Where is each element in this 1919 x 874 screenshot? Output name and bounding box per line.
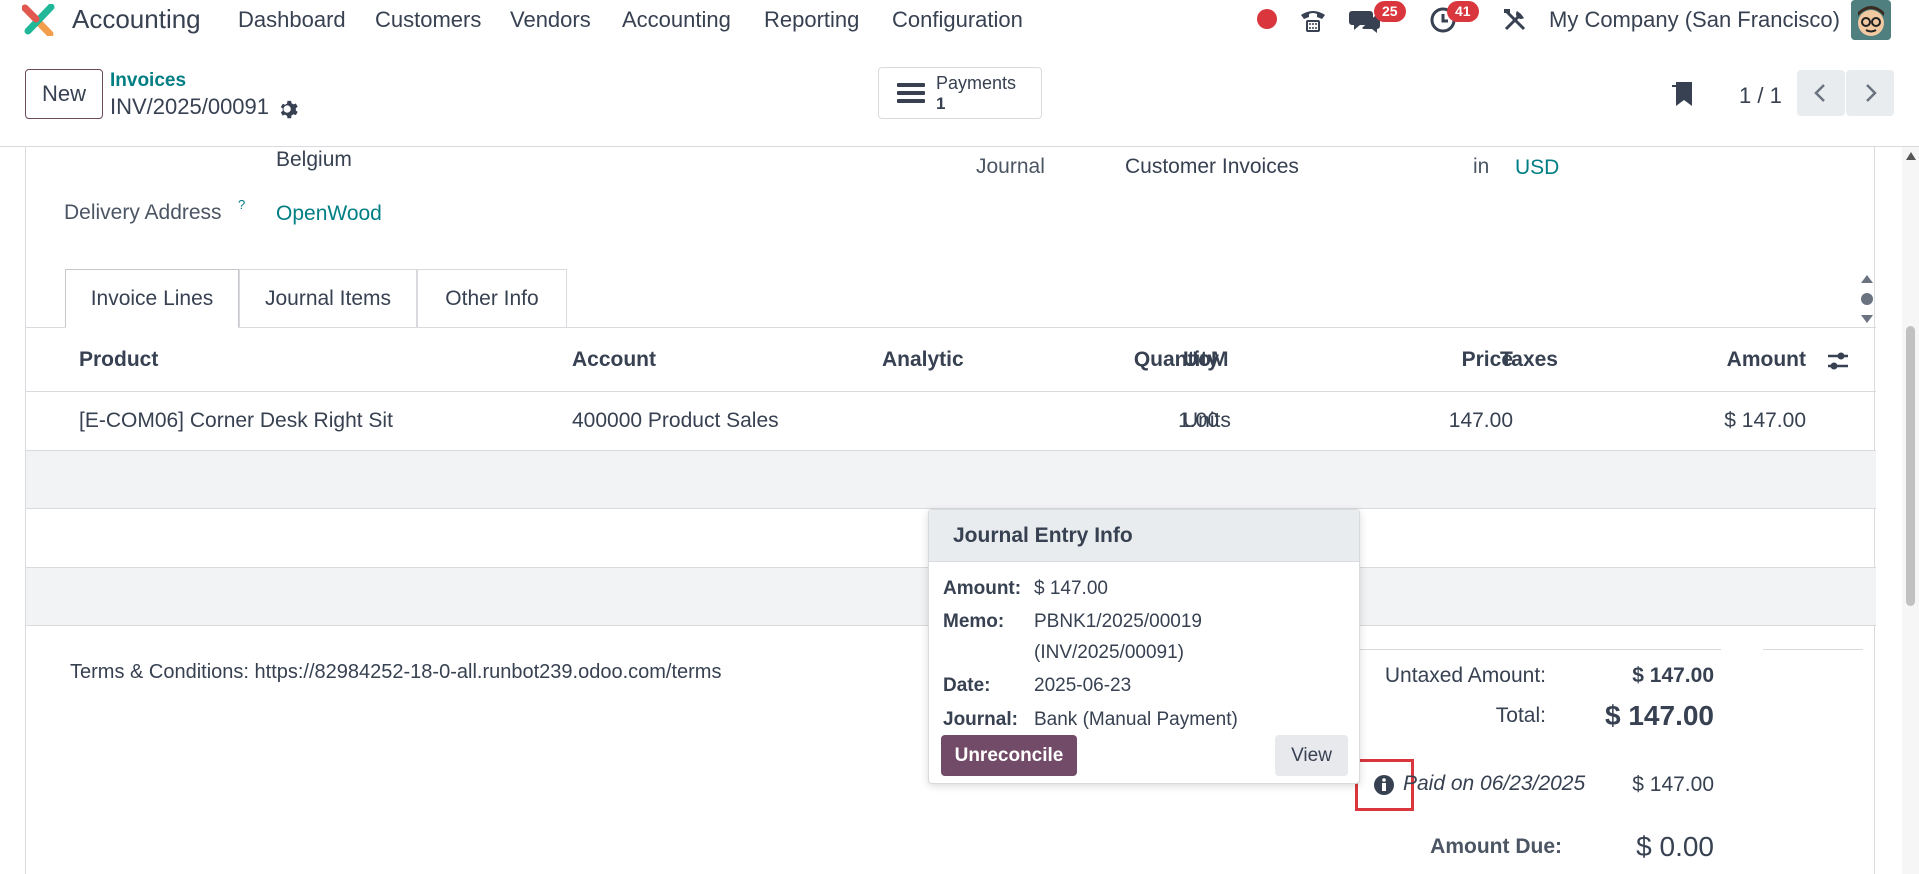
breadcrumb-invoices[interactable]: Invoices — [110, 70, 186, 92]
amount-due-value: $ 0.00 — [1636, 831, 1714, 862]
recording-indicator-icon[interactable] — [1257, 9, 1277, 29]
pager-next-button[interactable] — [1846, 70, 1894, 116]
avatar-face-icon — [1851, 0, 1891, 40]
tab-journal-items[interactable]: Journal Items — [239, 269, 417, 328]
user-avatar[interactable] — [1851, 0, 1891, 40]
scroll-up-icon[interactable] — [1906, 152, 1916, 160]
currency-value[interactable]: USD — [1515, 156, 1559, 180]
menu-accounting[interactable]: Accounting — [622, 7, 731, 33]
totals-divider — [1351, 649, 1721, 650]
menu-configuration[interactable]: Configuration — [892, 7, 1023, 33]
popover-date-value: 2025-06-23 — [1034, 675, 1132, 696]
tab-other-info-label: Other Info — [445, 287, 539, 310]
tab-invoice-lines-label: Invoice Lines — [90, 287, 214, 310]
line-amount[interactable]: $ 147.00 — [1626, 409, 1806, 433]
journal-value[interactable]: Customer Invoices — [1125, 155, 1299, 179]
popover-date-label: Date: — [943, 675, 991, 696]
delivery-address-help-icon[interactable]: ? — [238, 197, 245, 212]
tabs-divider — [26, 327, 1876, 328]
popover-amount-value: $ 147.00 — [1034, 578, 1108, 599]
col-header-account[interactable]: Account — [572, 348, 656, 372]
unreconcile-button[interactable]: Unreconcile — [941, 735, 1077, 776]
chevron-right-icon — [1866, 84, 1877, 102]
optional-columns-toggle-icon[interactable] — [1826, 350, 1850, 372]
payments-list-icon — [897, 83, 925, 103]
payments-label: Payments — [936, 73, 1017, 93]
col-header-price[interactable]: Price — [1326, 348, 1513, 372]
currency-in-label: in — [1473, 155, 1490, 178]
popover-amount-label: Amount: — [943, 578, 1022, 599]
line-product[interactable]: [E-COM06] Corner Desk Right Sit — [79, 409, 393, 433]
col-header-product[interactable]: Product — [79, 348, 158, 372]
terms-conditions: Terms & Conditions: https://82984252-18-… — [70, 661, 722, 683]
pager-value[interactable]: 1 / 1 — [1739, 83, 1782, 109]
app-logo-icon[interactable] — [22, 4, 56, 36]
total-value: $ 147.00 — [1605, 700, 1714, 731]
popover-memo-line2: (INV/2025/00091) — [1034, 642, 1184, 663]
view-button[interactable]: View — [1275, 735, 1348, 776]
untaxed-amount-value: $ 147.00 — [1632, 664, 1714, 687]
delivery-address-value[interactable]: OpenWood — [276, 202, 382, 226]
paid-amount: $ 147.00 — [1632, 773, 1714, 796]
journal-entry-info-popover: Journal Entry Info Amount: $ 147.00 Memo… — [928, 509, 1360, 784]
line-account[interactable]: 400000 Product Sales — [572, 409, 779, 433]
new-button[interactable]: New — [25, 69, 103, 119]
popover-memo-line1: PBNK1/2025/00019 — [1034, 611, 1202, 632]
pager-previous-button[interactable] — [1797, 70, 1845, 116]
record-name: INV/2025/00091 — [110, 94, 270, 119]
paid-on-label: Paid on 06/23/2025 — [1403, 772, 1586, 795]
menu-dashboard[interactable]: Dashboard — [238, 7, 346, 33]
menu-customers[interactable]: Customers — [375, 7, 481, 33]
resize-handle-icon[interactable] — [1859, 273, 1875, 325]
payment-info-icon[interactable] — [1373, 774, 1395, 796]
bookmark-icon[interactable] — [1670, 80, 1696, 110]
totals-divider — [1763, 649, 1863, 650]
gear-icon[interactable] — [278, 99, 300, 121]
company-switcher[interactable]: My Company (San Francisco) — [1549, 7, 1840, 33]
popover-memo-label: Memo: — [943, 611, 1005, 632]
control-panel: New Invoices INV/2025/00091 Payments 1 1… — [0, 42, 1919, 147]
header-divider — [26, 391, 1876, 392]
partner-address-country: Belgium — [276, 148, 352, 171]
payments-smart-button[interactable]: Payments 1 — [878, 67, 1042, 119]
app-name[interactable]: Accounting — [72, 4, 201, 35]
col-header-uom[interactable]: UoM — [1183, 348, 1229, 372]
top-navbar: Accounting Dashboard Customers Vendors A… — [0, 0, 1919, 42]
tab-journal-items-label: Journal Items — [264, 287, 392, 310]
debug-tools-icon[interactable] — [1502, 7, 1528, 33]
menu-reporting[interactable]: Reporting — [764, 7, 859, 33]
col-header-amount[interactable]: Amount — [1626, 348, 1806, 372]
activities-badge: 41 — [1447, 1, 1479, 22]
amount-due-label: Amount Due: — [1430, 835, 1562, 858]
page-scrollbar[interactable] — [1902, 147, 1919, 874]
col-header-taxes[interactable]: Taxes — [1500, 348, 1558, 372]
line-uom[interactable]: Units — [1183, 409, 1231, 433]
col-header-analytic[interactable]: Analytic — [882, 348, 964, 372]
popover-title: Journal Entry Info — [929, 510, 1359, 562]
tab-other-info[interactable]: Other Info — [417, 269, 567, 328]
line-price[interactable]: 147.00 — [1326, 409, 1513, 433]
phone-icon[interactable] — [1298, 6, 1328, 34]
empty-row — [26, 451, 1876, 508]
payments-count: 1 — [936, 94, 946, 113]
messages-badge: 25 — [1374, 1, 1406, 22]
menu-vendors[interactable]: Vendors — [510, 7, 591, 33]
popover-journal-value: Bank (Manual Payment) — [1034, 709, 1238, 730]
journal-label: Journal — [976, 155, 1045, 178]
tab-invoice-lines[interactable]: Invoice Lines — [65, 269, 239, 328]
scrollbar-thumb[interactable] — [1906, 326, 1915, 606]
chevron-left-icon — [1814, 84, 1825, 102]
popover-journal-label: Journal: — [943, 709, 1018, 730]
delivery-address-label: Delivery Address — [64, 201, 222, 224]
